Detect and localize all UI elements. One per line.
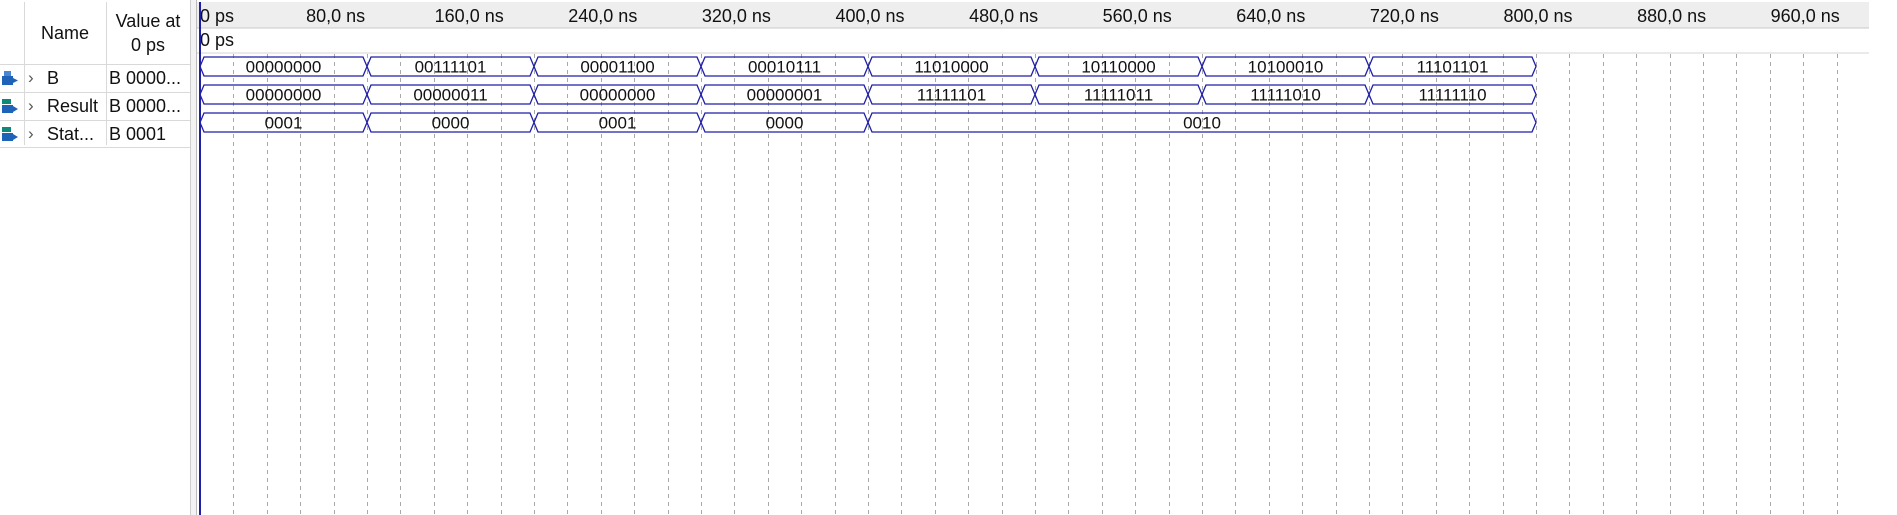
bus-value-label: 10100010 xyxy=(1248,58,1324,77)
time-tick-label: 480,0 ns xyxy=(969,6,1038,26)
waveform-viewer: Name Value at 0 ps › B B 0000... › Resul… xyxy=(0,0,1897,515)
time-tick-label: 240,0 ns xyxy=(568,6,637,26)
bus-value-label: 0001 xyxy=(599,114,637,133)
bus-value-label: 0010 xyxy=(1183,114,1221,133)
bus-value-label: 0001 xyxy=(265,114,303,133)
bus-value-label: 00000000 xyxy=(246,58,322,77)
bus-value-label: 0000 xyxy=(766,114,804,133)
bus-value-label: 00010111 xyxy=(748,58,821,77)
signal-value: B 0000... xyxy=(109,68,182,88)
bus-value-label: 11010000 xyxy=(914,58,988,77)
waveform-canvas[interactable]: 0 ps 80,0 ns 160,0 ns 240,0 ns 320,0 ns 400,0… xyxy=(197,0,1897,515)
bus-value-label: 00111101 xyxy=(415,58,487,77)
waveform-panel[interactable]: 0 ps 80,0 ns 160,0 ns 240,0 ns 320,0 ns 400,0… xyxy=(197,0,1897,515)
time-tick-label: 560,0 ns xyxy=(1103,6,1172,26)
output-pin-icon xyxy=(1,125,19,143)
signal-value: B 0001 xyxy=(109,124,167,144)
bus-value-label: 0000 xyxy=(432,114,470,133)
signal-value: B 0000... xyxy=(109,96,182,116)
expand-chevron-icon[interactable]: › xyxy=(28,95,42,117)
bus-value-label: 10110000 xyxy=(1081,58,1155,77)
input-pin-icon xyxy=(1,69,19,87)
time-tick-label: 640,0 ns xyxy=(1236,6,1305,26)
bus-value-label: 00001100 xyxy=(580,58,654,77)
signal-row-status[interactable]: › Stat... B 0001 xyxy=(0,120,190,148)
bus-value-label: 00000000 xyxy=(246,86,322,105)
time-tick-label: 0 ps xyxy=(200,6,234,26)
name-column-label: Name xyxy=(40,23,89,43)
signal-row-b[interactable]: › B B 0000... xyxy=(0,64,190,92)
bus-value-label: 00000001 xyxy=(747,86,823,105)
panel-splitter[interactable] xyxy=(190,0,197,515)
time-tick-label: 160,0 ns xyxy=(435,6,504,26)
time-tick-label: 960,0 ns xyxy=(1771,6,1840,26)
time-tick-label: 880,0 ns xyxy=(1637,6,1706,26)
bus-value-label: 11101101 xyxy=(1417,58,1489,77)
name-column-header[interactable]: Name xyxy=(24,2,106,64)
signal-list-panel: Name Value at 0 ps › B B 0000... › Resul… xyxy=(0,0,190,515)
signal-name: Stat... xyxy=(47,124,95,144)
bus-value-label: 11111110 xyxy=(1418,86,1486,105)
time-tick-label: 80,0 ns xyxy=(306,6,365,26)
signal-row-result[interactable]: › Result B 0000... xyxy=(0,92,190,120)
bus-value-label: 00000011 xyxy=(413,86,487,105)
signal-name: Result xyxy=(47,96,99,116)
bus-value-label: 11111011 xyxy=(1084,86,1153,105)
value-column-header[interactable]: Value at 0 ps xyxy=(106,2,190,64)
time-tick-label: 720,0 ns xyxy=(1370,6,1439,26)
bus-value-label: 00000000 xyxy=(580,86,656,105)
cursor-time-label: 0 ps xyxy=(200,30,234,50)
signal-name: B xyxy=(47,68,60,88)
expand-chevron-icon[interactable]: › xyxy=(28,67,42,89)
value-column-time: 0 ps xyxy=(130,35,166,55)
time-tick-label: 400,0 ns xyxy=(835,6,904,26)
time-tick-label: 800,0 ns xyxy=(1503,6,1572,26)
time-tick-label: 320,0 ns xyxy=(702,6,771,26)
bus-value-label: 11111010 xyxy=(1250,86,1321,105)
bus-value-label: 11111101 xyxy=(917,86,986,105)
output-pin-icon xyxy=(1,97,19,115)
value-column-label: Value at xyxy=(115,11,181,31)
expand-chevron-icon[interactable]: › xyxy=(28,123,42,145)
